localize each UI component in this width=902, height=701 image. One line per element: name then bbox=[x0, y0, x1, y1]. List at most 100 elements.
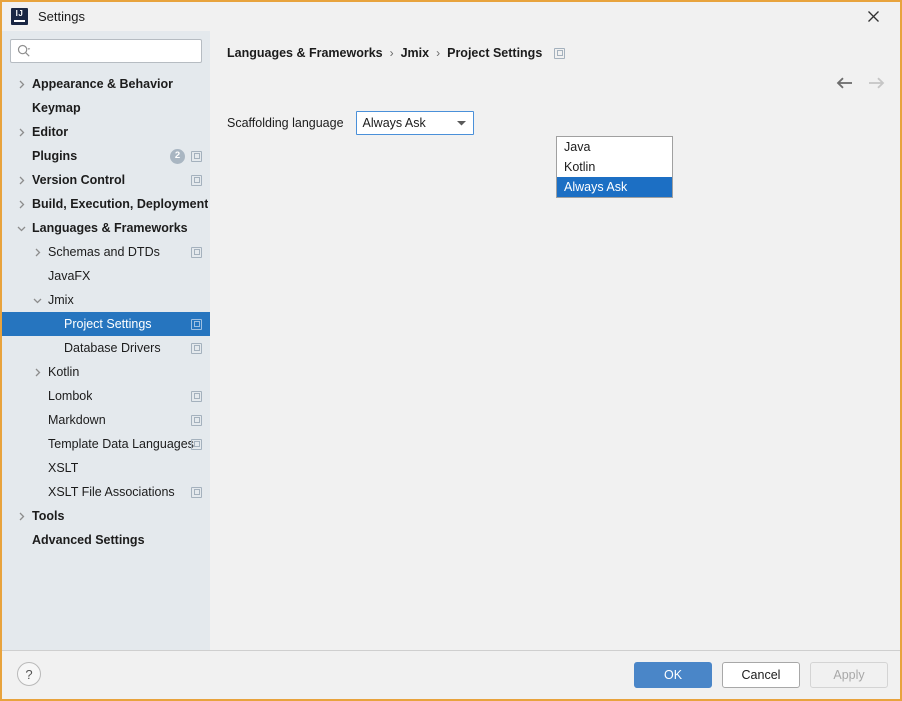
sidebar-item-label: Jmix bbox=[48, 293, 74, 307]
sidebar-item-advanced-settings[interactable]: Advanced Settings bbox=[2, 528, 210, 552]
breadcrumb-separator: › bbox=[436, 46, 441, 60]
chevron-right-icon[interactable] bbox=[16, 175, 27, 186]
sidebar-item-label: XSLT File Associations bbox=[48, 485, 175, 499]
sidebar-item-label: Database Drivers bbox=[64, 341, 161, 355]
help-icon[interactable]: ? bbox=[17, 662, 41, 686]
help-label: ? bbox=[25, 666, 33, 682]
sidebar-item-label: Appearance & Behavior bbox=[32, 77, 174, 91]
panel-icon bbox=[554, 47, 566, 59]
sidebar-item-label: Markdown bbox=[48, 413, 106, 427]
search-icon bbox=[17, 44, 31, 58]
search-input[interactable] bbox=[35, 43, 195, 59]
sidebar-item-version-control[interactable]: Version Control bbox=[2, 168, 210, 192]
dropdown-option-always-ask[interactable]: Always Ask bbox=[557, 177, 672, 197]
chevron-right-icon[interactable] bbox=[16, 199, 27, 210]
sidebar-item-trailing bbox=[191, 486, 202, 498]
arrow-left-icon[interactable] bbox=[835, 73, 855, 93]
dropdown-option-kotlin[interactable]: Kotlin bbox=[557, 157, 672, 177]
sidebar-item-markdown[interactable]: Markdown bbox=[2, 408, 210, 432]
panel-icon bbox=[191, 486, 202, 498]
sidebar-item-editor[interactable]: Editor bbox=[2, 120, 210, 144]
panel-icon bbox=[191, 150, 202, 162]
sidebar-item-label: XSLT bbox=[48, 461, 79, 475]
sidebar-item-xslt-file-associations[interactable]: XSLT File Associations bbox=[2, 480, 210, 504]
breadcrumb-item[interactable]: Project Settings bbox=[447, 46, 542, 60]
sidebar-item-lombok[interactable]: Lombok bbox=[2, 384, 210, 408]
sidebar-item-xslt[interactable]: XSLT bbox=[2, 456, 210, 480]
chevron-right-icon[interactable] bbox=[16, 127, 27, 138]
panel-icon bbox=[191, 390, 202, 402]
sidebar-item-trailing bbox=[191, 414, 202, 426]
title-bar: IJ Settings bbox=[2, 2, 900, 32]
dropdown-option-java[interactable]: Java bbox=[557, 137, 672, 157]
sidebar-item-tools[interactable]: Tools bbox=[2, 504, 210, 528]
sidebar-item-trailing bbox=[191, 438, 202, 450]
panel-icon bbox=[191, 438, 202, 450]
sidebar-item-javafx[interactable]: JavaFX bbox=[2, 264, 210, 288]
sidebar-item-trailing bbox=[191, 390, 202, 402]
sidebar-item-trailing bbox=[191, 246, 202, 258]
apply-button: Apply bbox=[810, 662, 888, 688]
dialog-footer: ? OK Cancel Apply bbox=[2, 650, 900, 699]
logo-letters: IJ bbox=[15, 9, 24, 18]
sidebar-item-template-data-languages[interactable]: Template Data Languages bbox=[2, 432, 210, 456]
sidebar-item-build-execution-deployment[interactable]: Build, Execution, Deployment bbox=[2, 192, 210, 216]
sidebar-item-appearance-behavior[interactable]: Appearance & Behavior bbox=[2, 72, 210, 96]
close-icon[interactable] bbox=[854, 2, 892, 30]
sidebar-item-label: Plugins bbox=[32, 149, 78, 163]
chevron-right-icon[interactable] bbox=[16, 511, 27, 522]
search-box[interactable] bbox=[10, 39, 202, 63]
sidebar-item-label: Languages & Frameworks bbox=[32, 221, 188, 235]
breadcrumb-item[interactable]: Languages & Frameworks bbox=[227, 46, 383, 60]
settings-content-pane: Languages & Frameworks › Jmix › Project Sett… bbox=[210, 31, 900, 654]
chevron-right-icon[interactable] bbox=[32, 247, 43, 258]
chevron-down-icon[interactable] bbox=[16, 223, 27, 234]
settings-dialog: IJ Settings Appearance & Behavior Keymap… bbox=[0, 0, 902, 701]
sidebar-item-label: JavaFX bbox=[48, 269, 91, 283]
scaffolding-language-combobox[interactable]: Always Ask bbox=[355, 111, 474, 135]
chevron-right-icon[interactable] bbox=[16, 79, 27, 90]
sidebar-item-label: Kotlin bbox=[48, 365, 80, 379]
sidebar-item-trailing bbox=[191, 174, 202, 186]
breadcrumb-separator: › bbox=[389, 46, 394, 60]
sidebar-item-label: Advanced Settings bbox=[32, 533, 145, 547]
intellij-idea-logo-icon: IJ bbox=[11, 8, 28, 25]
sidebar-item-database-drivers[interactable]: Database Drivers bbox=[2, 336, 210, 360]
sidebar-item-label: Schemas and DTDs bbox=[48, 245, 160, 259]
sidebar-item-plugins[interactable]: Plugins 2 bbox=[2, 144, 210, 168]
sidebar-item-languages-frameworks[interactable]: Languages & Frameworks bbox=[2, 216, 210, 240]
sidebar-item-label: Keymap bbox=[32, 101, 81, 115]
panel-icon bbox=[191, 342, 202, 354]
window-title: Settings bbox=[38, 9, 85, 24]
sidebar-item-trailing: 2 bbox=[170, 148, 202, 164]
scaffolding-language-dropdown-list[interactable]: Java Kotlin Always Ask bbox=[556, 136, 673, 198]
sidebar-item-keymap[interactable]: Keymap bbox=[2, 96, 210, 120]
sidebar-item-trailing bbox=[191, 318, 202, 330]
breadcrumb-item[interactable]: Jmix bbox=[401, 46, 430, 60]
chevron-right-icon[interactable] bbox=[32, 367, 43, 378]
panel-icon bbox=[191, 318, 202, 330]
scaffolding-language-label: Scaffolding language bbox=[227, 116, 344, 130]
chevron-down-icon[interactable] bbox=[451, 112, 473, 134]
breadcrumb: Languages & Frameworks › Jmix › Project Sett… bbox=[227, 46, 566, 60]
sidebar-item-label: Editor bbox=[32, 125, 69, 139]
sidebar-item-jmix[interactable]: Jmix bbox=[2, 288, 210, 312]
sidebar-item-label: Build, Execution, Deployment bbox=[32, 197, 209, 211]
settings-tree: Appearance & Behavior Keymap Editor Plugins… bbox=[2, 72, 210, 552]
sidebar-item-project-settings[interactable]: Project Settings bbox=[2, 312, 210, 336]
panel-icon bbox=[191, 414, 202, 426]
panel-icon bbox=[191, 246, 202, 258]
cancel-button[interactable]: Cancel bbox=[722, 662, 800, 688]
chevron-down-icon[interactable] bbox=[32, 295, 43, 306]
sidebar-item-label: Tools bbox=[32, 509, 65, 523]
sidebar-item-label: Version Control bbox=[32, 173, 126, 187]
settings-sidebar: Appearance & Behavior Keymap Editor Plugins… bbox=[2, 31, 210, 654]
arrow-right-icon bbox=[866, 73, 886, 93]
navigation-arrows bbox=[835, 73, 886, 93]
sidebar-item-schemas-and-dtds[interactable]: Schemas and DTDs bbox=[2, 240, 210, 264]
sidebar-item-kotlin[interactable]: Kotlin bbox=[2, 360, 210, 384]
ok-button[interactable]: OK bbox=[634, 662, 712, 688]
sidebar-item-label: Template Data Languages bbox=[48, 437, 194, 451]
sidebar-item-trailing bbox=[191, 342, 202, 354]
combobox-value: Always Ask bbox=[362, 116, 426, 130]
